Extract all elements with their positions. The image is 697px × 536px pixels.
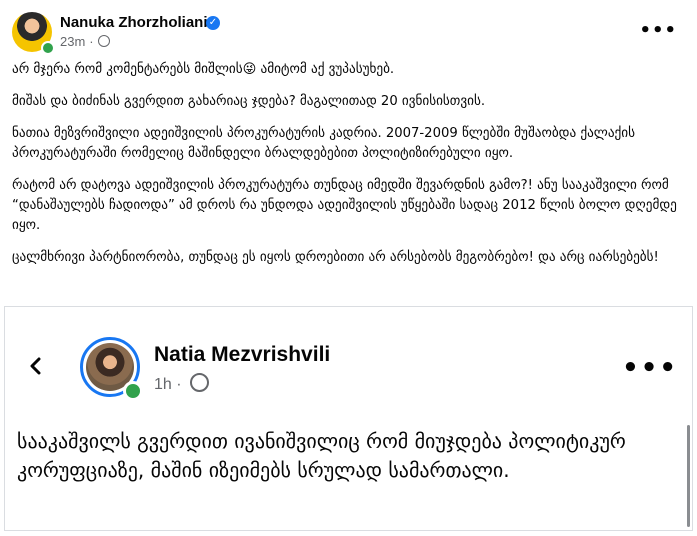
shared-post-text: სააკაშვილს გვერდით ივანიშვილიც რომ მიუჯდ… [17, 429, 626, 482]
post-paragraph: რატომ არ დატოვა ადეიშვილის პროკურატურა თ… [12, 178, 677, 233]
shared-timestamp[interactable]: 1h [154, 376, 172, 393]
post-paragraph: მიშას და ბიძინას გვერდით გახარიაც ჯდება?… [12, 94, 486, 109]
online-status-icon [41, 41, 55, 55]
post-paragraph: ნათია მეზვრიშვილი ადეიშვილის პროკურატური… [12, 126, 636, 161]
verified-badge-icon: ✓ [206, 16, 220, 30]
shared-author-name[interactable]: Natia Mezvrishvili [154, 343, 330, 367]
scrollbar[interactable] [687, 425, 690, 527]
shared-post-screenshot: Natia Mezvrishvili 1h · ••• სააკაშვილს გ… [4, 306, 693, 531]
post-paragraph: ცალმხრივი პარტნიორობა, თუნდაც ეს იყოს დრ… [12, 250, 659, 265]
more-options-icon[interactable]: ••• [639, 20, 677, 41]
post-meta: 23m · [60, 34, 110, 49]
post-timestamp[interactable]: 23m [60, 34, 85, 49]
post-body: არ მჯერა რომ კომენტარებს მიშლის😜 ამიტომ … [12, 60, 684, 280]
post-paragraph: არ მჯერა რომ კომენტარებს მიშლის😜 ამიტომ … [12, 62, 395, 77]
meta-separator: · [89, 34, 94, 49]
divider [0, 298, 697, 306]
online-status-icon [123, 381, 143, 401]
meta-separator: · [176, 376, 182, 393]
author-name[interactable]: Nanuka Zhorzholiani [60, 14, 208, 31]
globe-icon[interactable] [190, 373, 210, 392]
shared-post-meta: 1h · [154, 373, 210, 394]
chevron-left-icon[interactable] [27, 357, 45, 375]
globe-icon[interactable] [97, 35, 110, 47]
post-header: Nanuka Zhorzholiani ✓ 23m · ••• [12, 12, 685, 55]
more-options-icon[interactable]: ••• [622, 353, 678, 383]
